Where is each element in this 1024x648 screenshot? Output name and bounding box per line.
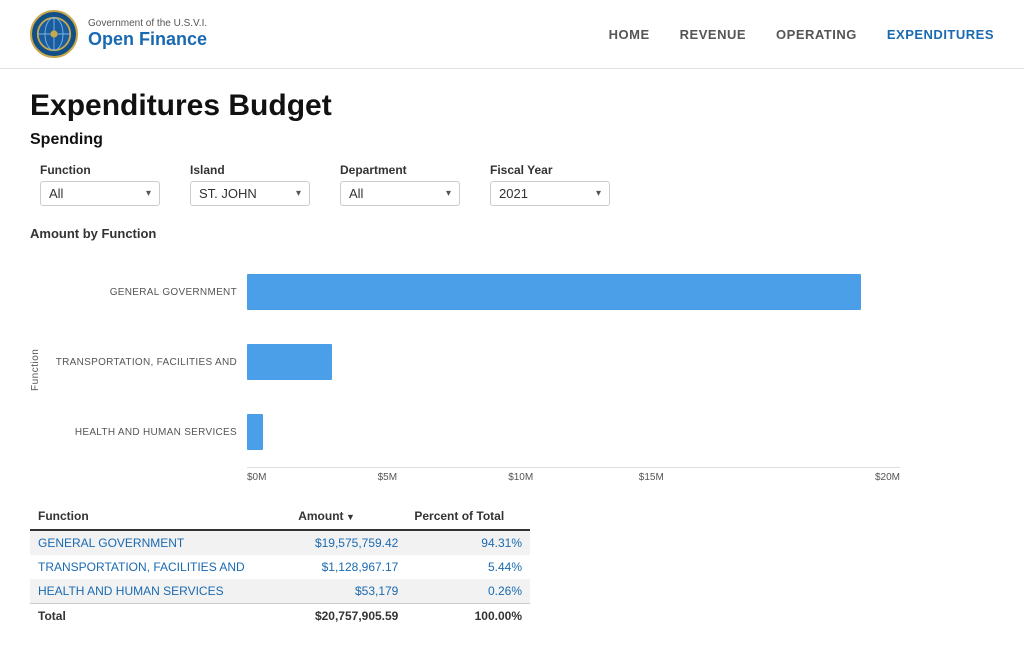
logo-icon [30,10,78,58]
row3-pct: 0.26% [406,579,530,604]
filter-department-select[interactable]: All ▾ [340,181,460,206]
bar-track-general-gov [247,257,900,327]
bar-transportation [247,344,332,380]
chevron-down-icon: ▾ [446,188,451,199]
bar-row-health: HEALTH AND HUMAN SERVICES [47,397,900,467]
table-row: HEALTH AND HUMAN SERVICES $53,179 0.26% [30,579,530,604]
row2-function: TRANSPORTATION, FACILITIES AND [30,555,290,579]
chevron-down-icon: ▾ [596,188,601,199]
nav-expenditures[interactable]: EXPENDITURES [887,27,994,42]
bar-label-general-gov: GENERAL GOVERNMENT [47,287,247,298]
chevron-down-icon: ▾ [296,188,301,199]
bar-health [247,414,263,450]
x-tick-4: $20M [769,472,900,483]
chart-inner: GENERAL GOVERNMENT TRANSPORTATION, FACIL… [47,257,900,483]
table-header-row: Function Amount Percent of Total [30,503,530,530]
header: Government of the U.S.V.I. Open Finance … [0,0,1024,69]
chevron-down-icon: ▾ [146,188,151,199]
main-nav: HOME REVENUE OPERATING EXPENDITURES [609,27,994,42]
chart-title: Amount by Function [30,226,994,241]
bar-label-health: HEALTH AND HUMAN SERVICES [47,427,247,438]
open-finance-label: Open Finance [88,29,207,50]
x-axis: $0M $5M $10M $15M $20M [247,467,900,483]
chart-section: Amount by Function Function GENERAL GOVE… [30,226,994,483]
filter-fiscal-year: Fiscal Year 2021 ▾ [490,163,610,206]
bar-track-transportation [247,327,900,397]
x-tick-1: $5M [378,472,509,483]
filter-department-label: Department [340,163,460,177]
col-function: Function [30,503,290,530]
filter-function-select[interactable]: All ▾ [40,181,160,206]
y-axis-label: Function [30,257,41,483]
filter-island: Island ST. JOHN ▾ [190,163,310,206]
filter-fiscal-year-select[interactable]: 2021 ▾ [490,181,610,206]
filter-department: Department All ▾ [340,163,460,206]
filter-fiscal-year-label: Fiscal Year [490,163,610,177]
bar-track-health [247,397,900,467]
row1-function: GENERAL GOVERNMENT [30,530,290,555]
nav-operating[interactable]: OPERATING [776,27,857,42]
logo-area: Government of the U.S.V.I. Open Finance [30,10,207,58]
x-tick-0: $0M [247,472,378,483]
row3-amount: $53,179 [290,579,406,604]
nav-home[interactable]: HOME [609,27,650,42]
page-title: Expenditures Budget [30,89,994,123]
filter-function-label: Function [40,163,160,177]
main-content: Expenditures Budget Spending Function Al… [0,69,1024,648]
nav-revenue[interactable]: REVENUE [680,27,746,42]
x-tick-3: $15M [639,472,770,483]
bar-label-transportation: TRANSPORTATION, FACILITIES AND [47,357,247,368]
bar-row-general-gov: GENERAL GOVERNMENT [47,257,900,327]
table-row: TRANSPORTATION, FACILITIES AND $1,128,96… [30,555,530,579]
chart-area: Function GENERAL GOVERNMENT TR [30,257,900,483]
row1-pct: 94.31% [406,530,530,555]
filter-island-select[interactable]: ST. JOHN ▾ [190,181,310,206]
col-pct: Percent of Total [406,503,530,530]
bar-row-transportation: TRANSPORTATION, FACILITIES AND [47,327,900,397]
data-table: Function Amount Percent of Total GENERAL… [30,503,530,628]
col-amount[interactable]: Amount [290,503,406,530]
table-row: GENERAL GOVERNMENT $19,575,759.42 94.31% [30,530,530,555]
logo-text: Government of the U.S.V.I. Open Finance [88,18,207,50]
x-tick-2: $10M [508,472,639,483]
section-title: Spending [30,131,994,149]
row3-function: HEALTH AND HUMAN SERVICES [30,579,290,604]
filter-island-label: Island [190,163,310,177]
bars-container: GENERAL GOVERNMENT TRANSPORTATION, FACIL… [47,257,900,467]
row2-pct: 5.44% [406,555,530,579]
row2-amount: $1,128,967.17 [290,555,406,579]
filters-row: Function All ▾ Island ST. JOHN ▾ Departm… [40,163,994,206]
gov-line: Government of the U.S.V.I. [88,18,207,29]
row1-amount: $19,575,759.42 [290,530,406,555]
bar-general-gov [247,274,861,310]
filter-function: Function All ▾ [40,163,160,206]
